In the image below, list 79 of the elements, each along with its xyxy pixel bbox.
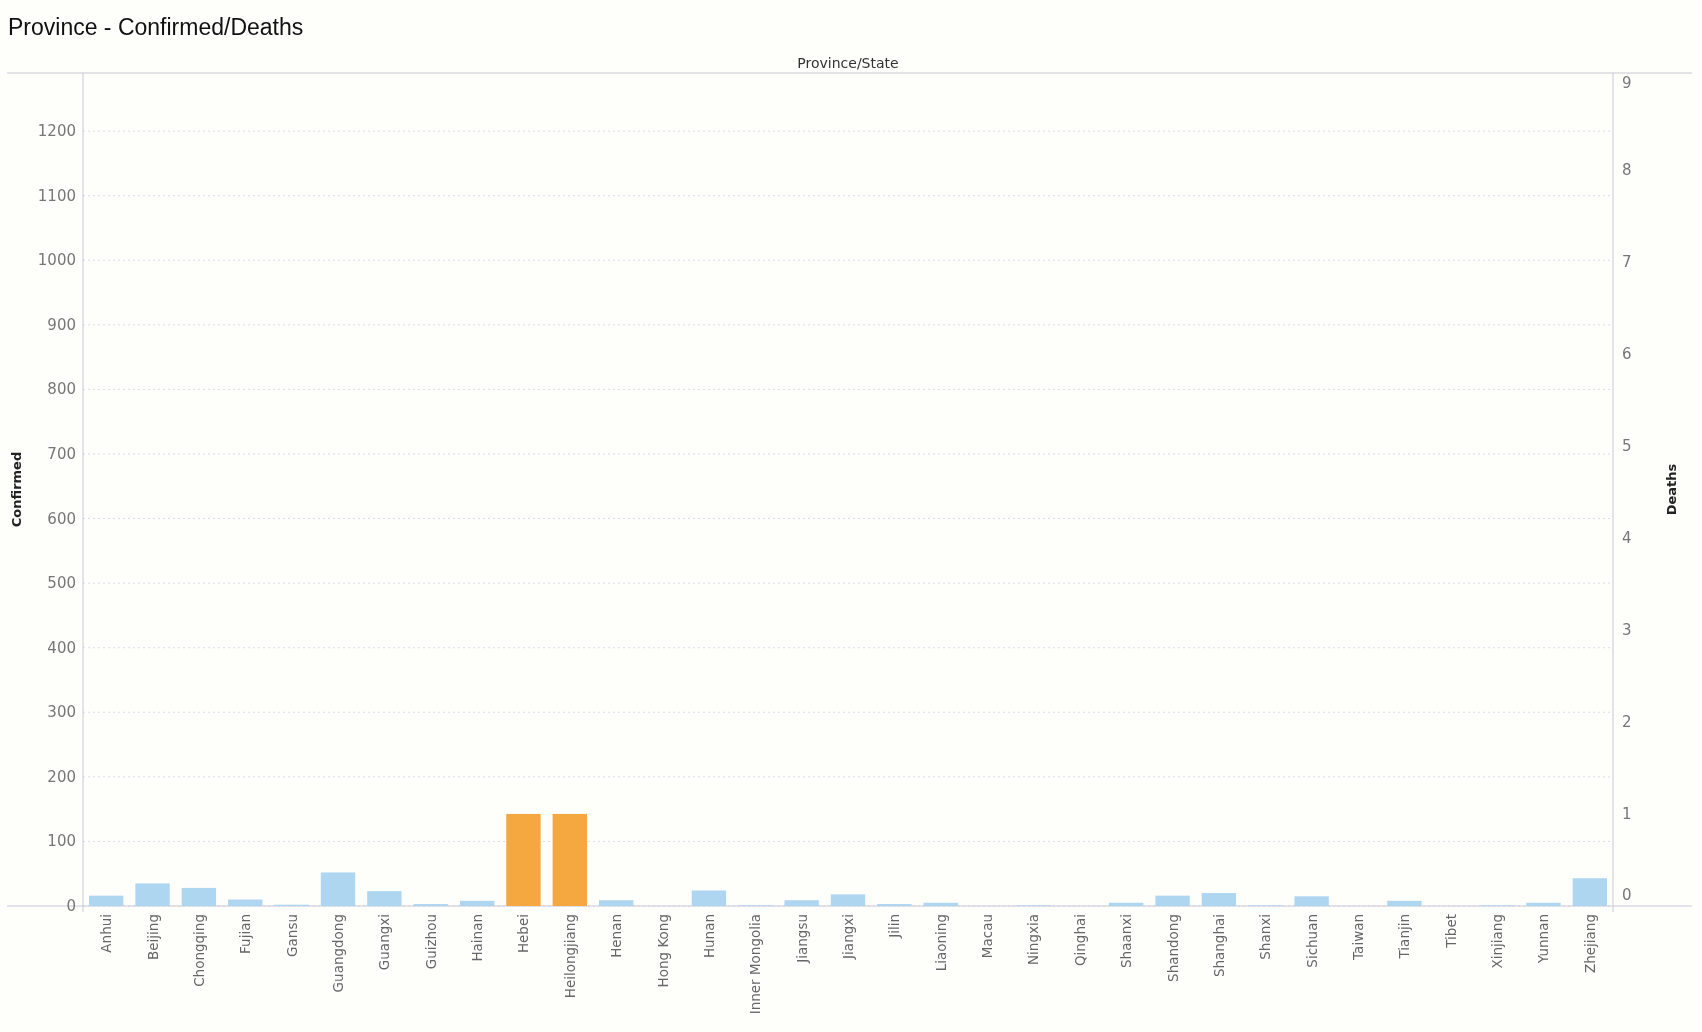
bar [320,872,356,906]
category-label: Hunan [700,914,717,959]
bar [599,900,634,906]
category-label: Taiwan [1350,914,1366,960]
category-label: Henan [608,914,625,958]
bar [1201,893,1237,906]
axis-tick-label: 3 [1622,620,1632,639]
category-label: Guangxi [376,914,393,971]
category-label: Yunnan [1535,914,1552,964]
category-label: Xinjiang [1489,914,1506,969]
bar [1155,895,1190,906]
category-label: Qinghai [1071,914,1088,967]
bar [1526,902,1561,906]
axis-tick-label: 300 [47,703,76,722]
axis-tick-label: 6 [1622,344,1632,363]
category-label: Heilongjiang [561,914,578,999]
axis-tick-label: 2 [1622,712,1632,731]
bar [691,890,727,906]
axis-title: Deaths [1664,463,1679,516]
bar [89,895,124,906]
bar [367,891,402,906]
category-label: Hebei [515,914,532,954]
category-label: Hainan [469,914,486,962]
bar [1387,900,1422,906]
bar [135,883,170,906]
category-label: Guangdong [330,914,346,993]
category-label: Jiangxi [840,914,856,959]
category-label: Tianjin [1396,914,1413,959]
axis-tick-label: 200 [47,767,76,786]
axis-tick-label: 100 [47,832,76,851]
column-header: Province/State [797,55,899,71]
axis-tick-label: 4 [1622,528,1632,547]
category-label: Inner Mongolia [747,914,764,1015]
category-label: Macau [979,914,996,959]
axis-tick-label: 9 [1622,74,1632,92]
category-label: Beijing [144,914,161,960]
axis-tick-label: 1200 [37,122,76,141]
axis-tick-label: 400 [47,638,76,657]
axis-tick-label: 700 [47,445,76,463]
chart-title: Province - Confirmed/Deaths [7,13,305,42]
category-label: Shaanxi [1118,914,1135,968]
bar [923,902,958,906]
bar [1109,902,1144,906]
category-label: Tibet [1442,914,1459,948]
category-label: Shandong [1164,914,1181,982]
axis-tick-label: 0 [66,897,76,915]
category-label: Anhui [98,914,115,953]
category-label: Sichuan [1303,914,1320,968]
bar [459,900,495,906]
category-label: Shanxi [1257,914,1274,960]
category-label: Chongqing [190,914,207,987]
axis-tick-label: 1 [1622,804,1632,823]
axis-tick-label: 8 [1622,160,1632,179]
axis-tick-label: 1100 [37,186,76,205]
bar [784,900,819,906]
category-label: Jilin [886,914,903,938]
category-label: Hong Kong [654,914,671,988]
category-label: Fujian [237,914,254,954]
bar [228,899,263,906]
axis-tick-label: 800 [47,380,76,399]
category-label: Liaoning [932,914,949,972]
bar [1572,878,1607,906]
axis-title: Confirmed [9,451,24,528]
axis-tick-label: 0 [1622,886,1632,904]
category-label: Zhejiang [1581,914,1598,973]
axis-tick-label: 900 [47,315,76,334]
bar [181,887,217,906]
category-label: Gansu [283,914,300,957]
category-label: Guizhou [422,914,439,970]
axis-tick-label: 600 [47,509,76,528]
axis-tick-label: 500 [47,574,76,593]
category-label: Jiangsu [793,914,810,963]
axis-tick-label: 5 [1622,436,1632,455]
bar [1294,896,1329,906]
category-label: Ningxia [1025,914,1042,965]
category-label: Shanghai [1210,914,1227,978]
axis-tick-label: 7 [1622,252,1632,271]
axis-tick-label: 1000 [37,251,76,270]
bar [830,894,866,906]
